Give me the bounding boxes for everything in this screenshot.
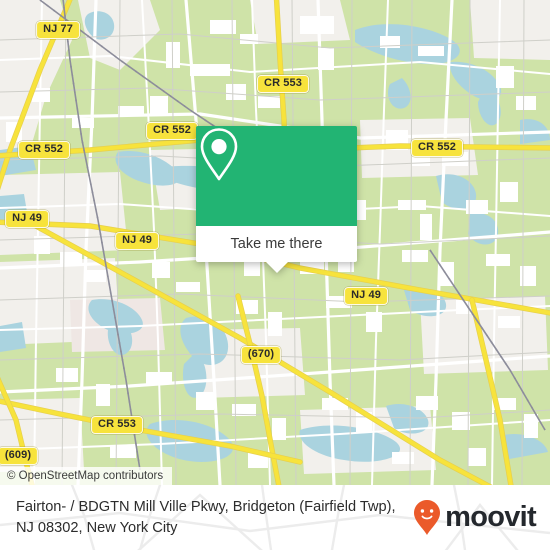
popup-pointer xyxy=(264,261,289,273)
road-shield-nj-77[interactable]: NJ 77 xyxy=(36,21,80,39)
footer-bar: Fairton- / BDGTN Mill Ville Pkwy, Bridge… xyxy=(0,485,550,550)
popup-icon-area xyxy=(196,126,357,226)
osm-attribution-label: © OpenStreetMap contributors xyxy=(7,470,164,482)
map-pin-icon xyxy=(200,128,238,181)
road-shield-609[interactable]: (609) xyxy=(0,447,39,465)
take-me-there-button[interactable]: Take me there xyxy=(196,226,357,273)
road-shield-nj-49-left[interactable]: NJ 49 xyxy=(5,210,49,228)
location-popup-card[interactable]: Take me there xyxy=(196,126,357,273)
road-shield-670[interactable]: (670) xyxy=(240,346,282,364)
moovit-wordmark: moovit xyxy=(445,501,537,533)
road-shield-cr-552-left[interactable]: CR 552 xyxy=(18,141,70,159)
map-screenshot-root: .water { fill:#aad3df; } .urban { fill:#… xyxy=(0,0,550,550)
map-canvas[interactable]: .water { fill:#aad3df; } .urban { fill:#… xyxy=(0,0,550,485)
moovit-logo[interactable]: moovit xyxy=(412,499,537,537)
osm-attribution[interactable]: © OpenStreetMap contributors xyxy=(0,467,173,485)
road-shield-nj-49-center[interactable]: NJ 49 xyxy=(115,232,159,250)
address-label: Fairton- / BDGTN Mill Ville Pkwy, Bridge… xyxy=(16,498,396,536)
take-me-there-label: Take me there xyxy=(230,236,323,252)
road-shield-cr-552-upper[interactable]: CR 552 xyxy=(146,122,198,140)
moovit-smiley-pin-icon xyxy=(414,499,441,535)
road-shield-nj-49-right[interactable]: NJ 49 xyxy=(344,287,388,305)
footer-content: Fairton- / BDGTN Mill Ville Pkwy, Bridge… xyxy=(0,485,550,550)
road-shield-cr-553-bottom[interactable]: CR 553 xyxy=(91,416,143,434)
road-shield-cr-553-top[interactable]: CR 553 xyxy=(257,75,309,93)
road-shield-cr-552-right[interactable]: CR 552 xyxy=(411,139,463,157)
